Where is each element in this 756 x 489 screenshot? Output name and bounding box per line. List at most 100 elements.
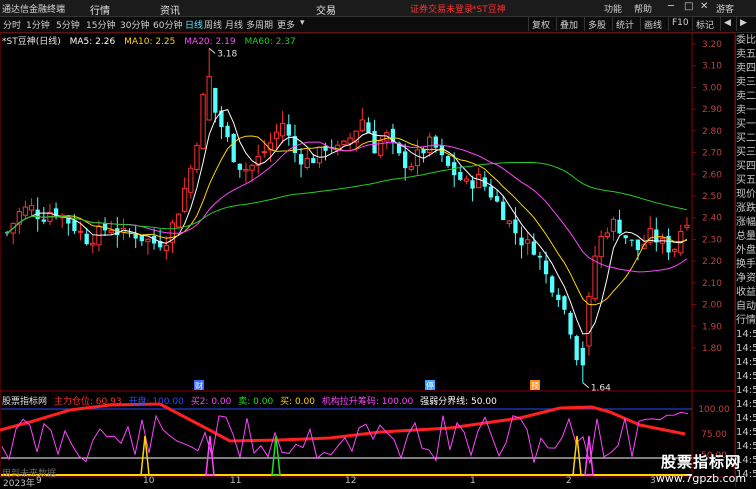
candle-body: [231, 133, 236, 163]
candle-body: [445, 156, 451, 166]
y-tick-label: 3.10: [702, 62, 722, 72]
candle-body: [206, 76, 212, 121]
candle-body: [273, 131, 280, 140]
candle-body: [403, 151, 408, 169]
quote-panel-item: 卖三: [736, 77, 756, 88]
quote-panel-item: 14:5: [736, 385, 756, 396]
candle-body: [488, 186, 494, 198]
candle-body: [519, 237, 524, 246]
event-marker: 停: [426, 381, 434, 391]
candle-body: [574, 336, 579, 361]
candle-body: [635, 239, 641, 251]
date-feb: 2: [566, 476, 572, 486]
candle-body: [604, 232, 610, 237]
ind-item-5: 机构拉升筹码: 100.00: [321, 397, 414, 407]
low-pointer: [582, 382, 590, 389]
quote-panel-item: 买四: [736, 161, 756, 172]
next-arrow-icon[interactable]: ▶: [736, 17, 750, 31]
candle-body: [41, 219, 46, 222]
ind-item-4: 买: 0.00: [280, 397, 315, 407]
y-tick-label: 2.80: [702, 127, 722, 137]
quote-panel-item: 14:5: [736, 357, 756, 368]
y-tick-label: 2.50: [702, 192, 722, 202]
candle-body: [543, 260, 549, 275]
quote-panel-item: 行情: [736, 315, 756, 326]
candle-body: [463, 178, 470, 182]
candle-body: [506, 220, 512, 225]
candle-body: [225, 125, 230, 138]
main-panel-border: [0, 32, 735, 392]
candle-body: [237, 163, 242, 170]
quote-panel-item: 买二: [736, 133, 756, 144]
candle-body: [629, 239, 634, 241]
y-tick-label: 2.30: [702, 235, 722, 245]
y-tick-label: 2.20: [702, 257, 722, 267]
stock-chart[interactable]: 3.20 3.10 3.00 2.90 2.80 2.70 2.60 2.50 2.40 2.30…: [0, 0, 735, 487]
ma-series: [6, 109, 688, 335]
signal-spike: [140, 435, 150, 476]
candle-body: [610, 218, 617, 232]
quote-panel-item: 卖五: [736, 49, 756, 60]
date-sep: 9: [36, 476, 42, 486]
y-tick-label: 2.90: [702, 105, 722, 115]
quote-panel-item: 买三: [736, 147, 756, 158]
candle-body: [316, 146, 323, 164]
low-label: 1.64: [591, 384, 611, 394]
candle-body: [414, 149, 421, 167]
candle-body: [617, 219, 622, 234]
quote-panel-item: 14:5: [736, 343, 756, 354]
candle-body: [311, 158, 316, 163]
candle-body: [366, 122, 371, 133]
candle-body: [108, 230, 114, 234]
ma20-line: [6, 141, 688, 273]
institution-chip-line: [1, 411, 689, 464]
quote-panel-item: 14:5: [736, 399, 756, 410]
quote-panel-item: 涨幅: [736, 217, 756, 228]
quote-panel: 委比 卖五 卖四 卖三 卖二 卖一 买一 买二 买三 买四 买五 现价 涨跌 涨幅 总量 外盘 换手 净资 收益 自动…: [735, 34, 756, 487]
candle-body: [359, 119, 365, 132]
candle-body: [90, 242, 96, 246]
date-nov: 11: [230, 476, 242, 486]
watermark: 股票指标网 www.7gpzb.com: [648, 451, 754, 485]
candle-body: [213, 87, 218, 113]
quote-panel-item: 买五: [736, 175, 756, 186]
quote-panel-item: 买一: [736, 119, 756, 130]
ma60-line: [6, 161, 688, 234]
quote-panel-item: 外盘: [736, 245, 756, 256]
candle-body: [501, 201, 506, 221]
quote-panel-item: 14:5: [736, 329, 756, 340]
candle-body: [623, 235, 628, 239]
indicator-name: 股票指标网: [2, 397, 48, 407]
candle-body: [72, 220, 77, 232]
candle-body: [249, 164, 255, 171]
candle-body: [408, 166, 414, 170]
candle-body: [470, 180, 475, 189]
candle-body: [580, 348, 585, 366]
candle-body: [298, 154, 304, 165]
candle-body: [598, 235, 604, 258]
indicator-tick-label: 75.00: [701, 430, 727, 440]
candle-body: [243, 168, 249, 172]
indicator-tick-label: 100.00: [698, 405, 730, 415]
date-year: 2023年: [3, 479, 35, 489]
candle-body: [531, 241, 536, 255]
quote-panel-item: 14:5: [736, 427, 756, 438]
candle-body: [525, 239, 531, 244]
candle-body: [163, 244, 169, 251]
high-pointer: [208, 47, 216, 54]
ind-item-6: 强弱分界线: 50.00: [420, 397, 497, 407]
quote-panel-item: 涨跌: [736, 203, 756, 214]
event-marker: 财: [195, 381, 203, 391]
candlestick-series: [4, 48, 690, 383]
candle-body: [22, 206, 29, 216]
y-tick-label: 2.40: [702, 214, 722, 224]
candle-body: [672, 248, 678, 252]
date-oct: 10: [143, 476, 155, 486]
ind-item-2: 买2: 0.00: [190, 397, 232, 407]
quote-panel-item: 净资: [736, 273, 756, 284]
candle-body: [550, 276, 555, 293]
candle-body: [261, 151, 267, 154]
quote-panel-item: 换手: [736, 259, 756, 270]
signal-spike: [205, 435, 215, 476]
quote-panel-item: 卖四: [736, 63, 756, 74]
